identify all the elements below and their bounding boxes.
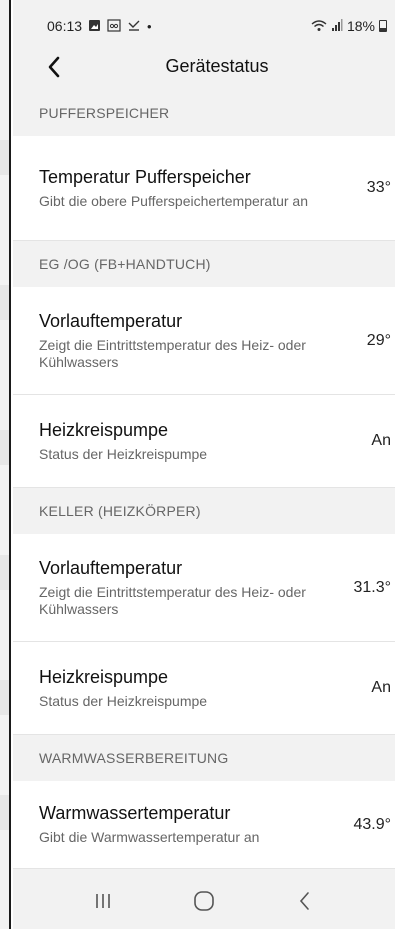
recent-apps-button[interactable] (83, 881, 123, 921)
row-title: Temperatur Pufferspeicher (39, 166, 251, 187)
section-header-puffer: PUFFERSPEICHER (13, 90, 395, 136)
status-bar: 06:13 • 18% (13, 10, 395, 42)
row-description: Gibt die obere Pufferspeichertemperatur … (39, 192, 309, 209)
row-value: 33° (366, 179, 391, 196)
row-value: 31.3° (353, 578, 391, 596)
wifi-icon (311, 19, 327, 34)
back-button[interactable] (39, 52, 69, 82)
nav-back-button[interactable] (285, 881, 325, 921)
status-left: 06:13 • (47, 18, 152, 34)
device-status-app: 06:13 • 18% Gerätestatus PUFFERSPEICHER … (13, 0, 395, 929)
row-title: Heizkreispumpe (39, 419, 169, 440)
row-description: Gibt die Warmwassertemperatur an (39, 829, 260, 845)
voicemail-icon (107, 18, 121, 34)
section-header-keller: KELLER (HEIZKÖRPER) (13, 488, 395, 534)
background-app-panel (0, 0, 11, 929)
row-description: Status der Heizkreispumpe (39, 692, 208, 709)
row-value: An (371, 432, 391, 449)
background-panel-strip (0, 555, 9, 590)
background-panel-strip (0, 140, 9, 175)
row-value: 29° (366, 331, 391, 349)
chevron-left-icon (48, 56, 60, 78)
home-icon (194, 891, 214, 911)
app-header: Gerätestatus (13, 42, 395, 90)
status-row-keller-flow-temp[interactable]: Vorlauftemperatur Zeigt die Eintrittstem… (13, 534, 395, 642)
row-description: Status der Heizkreispumpe (39, 445, 208, 462)
status-row-puffer-temp[interactable]: Temperatur Pufferspeicher Gibt die obere… (13, 136, 395, 241)
row-text: Heizkreispumpe Status der Heizkreispumpe (39, 667, 371, 710)
background-panel-strip (0, 430, 9, 465)
row-text: Vorlauftemperatur Zeigt die Eintrittstem… (39, 558, 353, 618)
status-row-keller-pump[interactable]: Heizkreispumpe Status der Heizkreispumpe… (13, 642, 395, 735)
background-panel-strip (0, 680, 9, 715)
home-button[interactable] (184, 881, 224, 921)
signal-icon (331, 18, 343, 34)
status-row-eg-og-pump[interactable]: Heizkreispumpe Status der Heizkreispumpe… (13, 395, 395, 488)
row-description: Zeigt die Eintrittstemperatur des Heiz- … (39, 336, 306, 370)
row-value: 43.9° (353, 815, 391, 833)
section-header-warmwasser: WARMWASSERBEREITUNG (13, 735, 395, 781)
row-title: Warmwassertemperatur (39, 803, 231, 823)
row-text: Temperatur Pufferspeicher Gibt die obere… (39, 167, 367, 210)
recent-apps-icon (96, 894, 111, 908)
row-title: Heizkreispumpe (39, 666, 169, 687)
page-title: Gerätestatus (165, 55, 269, 76)
background-panel-strip (0, 795, 9, 830)
gallery-icon (88, 19, 101, 34)
section-header-eg-og: EG /OG (FB+HANDTUCH) (13, 241, 395, 287)
status-row-eg-og-flow-temp[interactable]: Vorlauftemperatur Zeigt die Eintrittstem… (13, 287, 395, 395)
battery-percentage: 18% (346, 18, 375, 34)
dot-icon: • (147, 18, 152, 34)
row-text: Heizkreispumpe Status der Heizkreispumpe (39, 420, 371, 463)
background-panel-strip (0, 285, 9, 320)
status-right: 18% (311, 18, 387, 34)
system-navigation-bar (13, 873, 395, 929)
status-time: 06:13 (47, 18, 83, 34)
status-row-warmwater-temp[interactable]: Warmwassertemperatur Gibt die Warmwasser… (13, 781, 395, 869)
battery-icon (379, 20, 387, 32)
row-text: Warmwassertemperatur Gibt die Warmwasser… (39, 803, 353, 846)
row-title: Vorlauftemperatur (39, 557, 183, 578)
row-title: Vorlauftemperatur (39, 310, 183, 331)
back-icon (299, 892, 309, 910)
row-description: Zeigt die Eintrittstemperatur des Heiz- … (39, 583, 306, 617)
row-value: An (371, 679, 391, 696)
missed-call-icon (127, 19, 141, 34)
row-text: Vorlauftemperatur Zeigt die Eintrittstem… (39, 311, 367, 371)
